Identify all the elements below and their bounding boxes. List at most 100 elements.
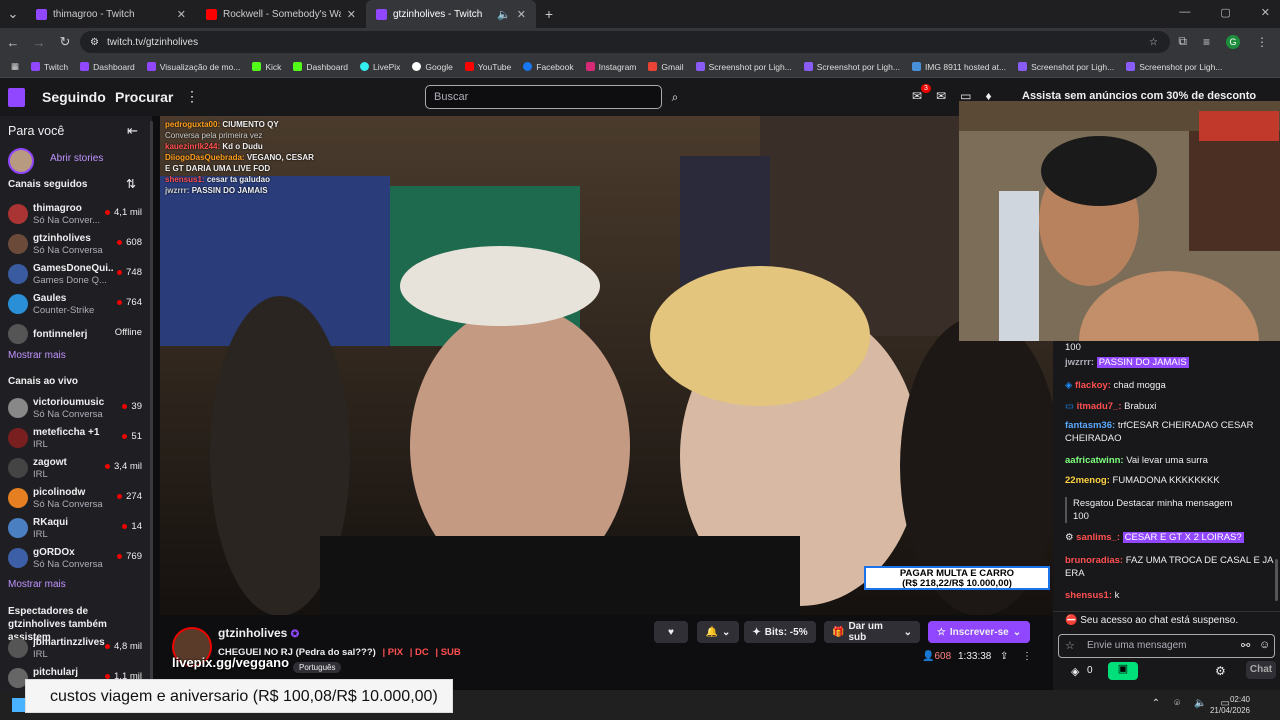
bits-button[interactable]: ✦ Bits: -5% xyxy=(744,621,816,643)
streamer-name[interactable]: gtzinholives ✪ xyxy=(218,626,299,640)
sidebar-item-gamesdonequick[interactable]: GamesDoneQui... Games Done Q... 748 xyxy=(8,261,148,289)
mute-icon[interactable]: ⚯ xyxy=(1241,639,1250,652)
overlay-chat-line: E GT DARIA UMA LIVE FOD xyxy=(165,164,271,173)
bookmark-label: Instagram xyxy=(598,61,637,72)
more-options-icon[interactable]: ⋮ xyxy=(185,88,199,105)
sidebar-item-meteficcha[interactable]: meteficcha +1 IRL 51 xyxy=(8,425,148,453)
bookmark-visualizacao[interactable]: Visualização de mo... xyxy=(142,62,246,72)
new-tab-button[interactable]: + xyxy=(536,6,562,22)
sidebar-item-gaules[interactable]: Gaules Counter-Strike 764 xyxy=(8,291,148,319)
bookmark-google[interactable]: Google xyxy=(407,62,457,72)
url-bar[interactable]: ⚙ twitch.tv/gtzinholives ☆ xyxy=(80,31,1170,53)
window-controls: — ▢ ✕ xyxy=(1179,6,1270,19)
site-info-icon[interactable]: ⚙ xyxy=(90,37,99,48)
language-tag[interactable]: Português xyxy=(293,662,342,673)
bookmark-dashboard[interactable]: Dashboard xyxy=(75,62,140,72)
bookmark-twitch[interactable]: Twitch xyxy=(26,62,73,72)
chat-send-button[interactable]: Chat xyxy=(1246,661,1276,679)
url-text: twitch.tv/gtzinholives xyxy=(106,36,199,48)
audio-icon[interactable]: 🔈 xyxy=(497,8,511,21)
browser-tab-1[interactable]: thimagroo - Twitch ✕ xyxy=(26,0,196,28)
close-tab-icon[interactable]: ✕ xyxy=(177,8,186,21)
sidebar-item-gordox[interactable]: gORDOx Só Na Conversa 769 xyxy=(8,545,148,573)
follow-heart-button[interactable]: ♥ xyxy=(654,621,688,643)
nav-browse[interactable]: Procurar xyxy=(115,89,173,105)
sidebar-item-zagowt[interactable]: zagowt IRL 3,4 mil xyxy=(8,455,148,483)
bookmark-screenshot-3[interactable]: Screenshot por Ligh... xyxy=(1013,62,1119,72)
extensions-icon[interactable]: ⧉ xyxy=(1178,34,1187,49)
sidebar-item-rkaqui[interactable]: RKaqui IRL 14 xyxy=(8,515,148,543)
close-tab-icon[interactable]: ✕ xyxy=(347,8,356,21)
avatar xyxy=(8,458,28,478)
gift-sub-button[interactable]: 🎁 Dar um sub ⌄ xyxy=(824,621,920,643)
twitch-logo-icon[interactable] xyxy=(8,88,25,107)
menu-kebab-icon[interactable]: ⋮ xyxy=(1256,35,1268,49)
clock[interactable]: 02:40 21/04/2026 xyxy=(1210,694,1250,716)
close-window-icon[interactable]: ✕ xyxy=(1261,6,1270,19)
notifications-button[interactable]: 🔔 ⌄ xyxy=(697,621,739,643)
bookmark-label: Dashboard xyxy=(93,61,135,72)
reading-list-icon[interactable]: ≡ xyxy=(1203,35,1210,49)
bookmark-screenshot-2[interactable]: Screenshot por Ligh... xyxy=(799,62,905,72)
network-icon[interactable]: ⌾ xyxy=(1174,698,1180,709)
bookmark-instagram[interactable]: Instagram xyxy=(581,62,642,72)
stories-avatar[interactable] xyxy=(8,148,34,174)
chat-scrollbar[interactable] xyxy=(1275,559,1278,601)
sidebar-item-fontinnelerj[interactable]: fontinnelerj Offline xyxy=(8,321,148,349)
bookmark-star-icon[interactable]: ☆ xyxy=(1149,37,1158,48)
bookmark-label: YouTube xyxy=(477,61,512,72)
back-icon[interactable]: ← xyxy=(0,35,26,50)
share-icon[interactable]: ⇪ xyxy=(1000,651,1008,662)
profile-avatar[interactable]: G xyxy=(1226,34,1240,49)
chat-message: fantasm36: trfCESAR CHEIRADAO CESAR CHEI… xyxy=(1065,420,1254,444)
close-tab-icon[interactable]: ✕ xyxy=(517,8,526,21)
emote-icon[interactable]: ☺ xyxy=(1259,639,1270,651)
bookmark-apps-icon[interactable]: ▦ xyxy=(6,61,24,72)
bookmark-kick[interactable]: Kick xyxy=(247,62,286,72)
open-stories-link[interactable]: Abrir stories xyxy=(50,153,103,164)
sidebar-item-victorioumusic[interactable]: victorioumusic Só Na Conversa 39 xyxy=(8,395,148,423)
show-more-followed[interactable]: Mostrar mais xyxy=(8,350,66,361)
chat-identity-icon[interactable]: ☆ xyxy=(1065,639,1075,652)
sidebar-item-jbmartinzzlives[interactable]: jbmartinzzlives IRL 4,8 mil xyxy=(8,635,148,663)
sidebar-item-thimagroo[interactable]: thimagroo Só Na Conver... 4,1 mil xyxy=(8,201,148,229)
sidebar-scrollbar[interactable] xyxy=(150,121,153,681)
bookmark-facebook[interactable]: Facebook xyxy=(518,62,578,72)
bookmark-img-hosted[interactable]: IMG 8911 hosted at... xyxy=(907,62,1011,72)
sidebar-item-picolinodw[interactable]: picolinodw Só Na Conversa 274 xyxy=(8,485,148,513)
bookmark-screenshot-4[interactable]: Screenshot por Ligh... xyxy=(1121,62,1227,72)
claim-bonus-button[interactable]: ▣ xyxy=(1108,662,1138,680)
chat-settings-icon[interactable]: ⚙ xyxy=(1215,664,1226,678)
video-player[interactable]: pedroguxta00: CIUMENTO QY Conversa pela … xyxy=(160,116,1053,615)
bookmark-screenshot-1[interactable]: Screenshot por Ligh... xyxy=(691,62,797,72)
sidebar-item-gtzinholives[interactable]: gtzinholives Só Na Conversa 608 xyxy=(8,231,148,259)
tab-list-chevron-icon[interactable]: ⌄ xyxy=(0,6,26,22)
subscribe-button[interactable]: ☆ Inscrever-se ⌄ xyxy=(928,621,1030,643)
windows-start-icon[interactable] xyxy=(12,698,26,712)
browser-tab-3[interactable]: gtzinholives - Twitch 🔈 ✕ xyxy=(366,0,536,28)
forward-icon[interactable]: → xyxy=(26,35,52,50)
channel-category: Só Na Conversa xyxy=(33,245,103,256)
bookmark-youtube[interactable]: YouTube xyxy=(460,62,516,72)
inbox-icon[interactable]: ✉ xyxy=(936,89,946,103)
viewer-count: 3,4 mil xyxy=(105,461,142,472)
bookmark-livepix[interactable]: LivePix xyxy=(355,62,405,72)
maximize-icon[interactable]: ▢ xyxy=(1220,6,1230,19)
nav-following[interactable]: Seguindo xyxy=(42,89,106,105)
reload-icon[interactable]: ↻ xyxy=(52,34,78,50)
browser-tab-2[interactable]: Rockwell - Somebody's Watchin ✕ xyxy=(196,0,366,28)
bookmark-kick-dashboard[interactable]: Dashboard xyxy=(288,62,353,72)
volume-icon[interactable]: 🔈 xyxy=(1194,698,1206,709)
collapse-sidebar-icon[interactable]: ⇤ xyxy=(127,123,138,139)
drops-icon[interactable]: ✉ xyxy=(912,89,922,103)
search-icon[interactable]: ⌕ xyxy=(663,85,687,109)
search-input[interactable]: Buscar xyxy=(425,85,662,109)
chevron-down-icon: ⌄ xyxy=(722,626,731,638)
bookmark-gmail[interactable]: Gmail xyxy=(643,62,688,72)
minimize-icon[interactable]: — xyxy=(1179,6,1190,19)
sort-icon[interactable]: ⇅ xyxy=(126,177,136,191)
show-more-live[interactable]: Mostrar mais xyxy=(8,579,66,590)
tray-chevron-icon[interactable]: ⌃ xyxy=(1152,698,1160,709)
channel-points-icon[interactable]: ◈ xyxy=(1071,665,1079,678)
more-options-icon[interactable]: ⋮ xyxy=(1022,651,1032,662)
